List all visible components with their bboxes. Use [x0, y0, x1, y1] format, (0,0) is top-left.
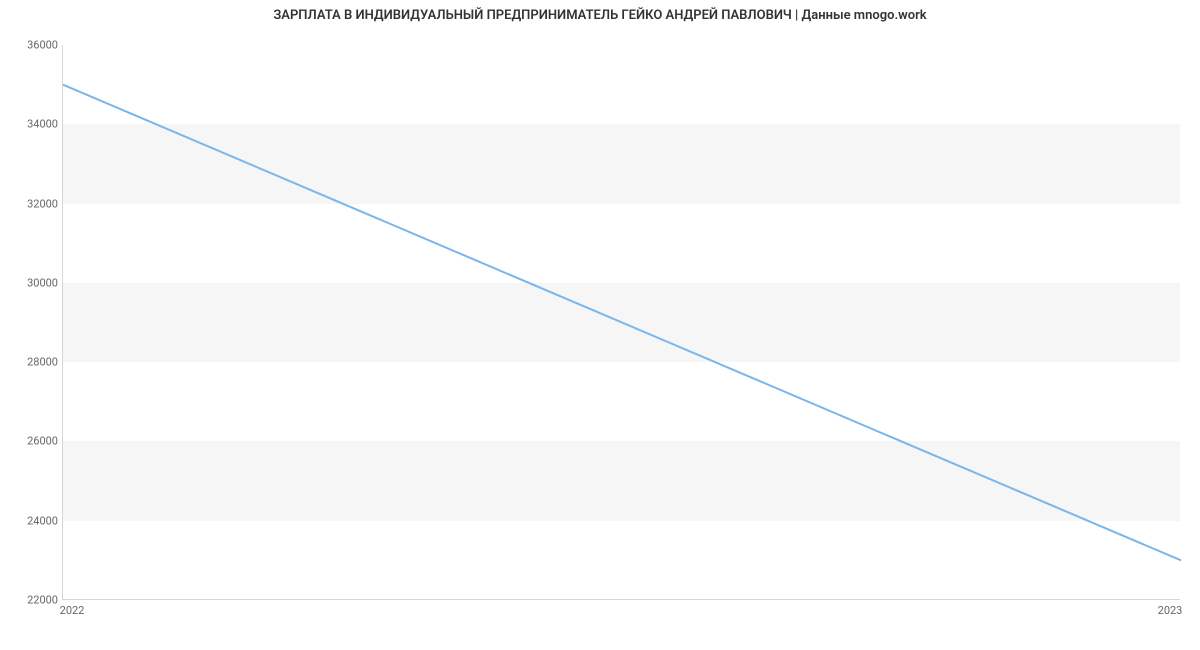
plot-area	[62, 45, 1180, 600]
data-line	[63, 85, 1181, 561]
y-tick-1: 24000	[8, 514, 58, 527]
salary-line-chart: ЗАРПЛАТА В ИНДИВИДУАЛЬНЫЙ ПРЕДПРИНИМАТЕЛ…	[0, 0, 1200, 650]
y-tick-4: 30000	[8, 276, 58, 289]
y-tick-7: 36000	[8, 39, 58, 52]
chart-title: ЗАРПЛАТА В ИНДИВИДУАЛЬНЫЙ ПРЕДПРИНИМАТЕЛ…	[0, 8, 1200, 23]
line-layer	[63, 45, 1180, 599]
y-tick-3: 28000	[8, 356, 58, 369]
y-tick-0: 22000	[8, 594, 58, 607]
x-tick-1: 2023	[1158, 604, 1183, 617]
y-tick-5: 32000	[8, 197, 58, 210]
y-tick-2: 26000	[8, 435, 58, 448]
x-tick-0: 2022	[60, 604, 85, 617]
y-tick-6: 34000	[8, 118, 58, 131]
